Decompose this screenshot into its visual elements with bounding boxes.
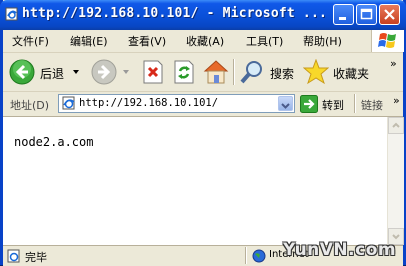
address-value: http://192.168.10.101/	[79, 97, 219, 109]
address-label: 地址(D)	[10, 99, 50, 112]
window-title: http://192.168.10.101/ - Microsoft ...	[22, 6, 328, 21]
back-label: 后退	[40, 67, 65, 81]
toolbar-separator	[233, 59, 235, 85]
close-button[interactable]	[379, 4, 400, 25]
links-button[interactable]: 链接	[361, 97, 383, 113]
chevron-down-icon	[281, 103, 290, 109]
links-overflow-chevron[interactable]: »	[393, 94, 400, 107]
menu-bar: 文件(F) 编辑(E) 查看(V) 收藏(A) 工具(T) 帮助(H)	[3, 30, 403, 53]
ie-page-icon	[7, 249, 20, 263]
maximize-button[interactable]	[356, 4, 377, 25]
go-button[interactable]: 转到	[300, 94, 350, 114]
search-button[interactable]: 搜索	[239, 57, 297, 87]
windows-logo	[371, 30, 404, 52]
status-text: 完毕	[25, 251, 47, 264]
home-button[interactable]	[202, 57, 230, 87]
vertical-scrollbar[interactable]	[387, 117, 404, 245]
go-arrow-icon	[300, 95, 318, 113]
stop-button[interactable]	[140, 57, 166, 87]
standard-toolbar: 后退 搜索 收藏夹 »	[3, 53, 403, 92]
menu-help[interactable]: 帮助(H)	[303, 33, 342, 49]
arrow-up-icon	[392, 122, 400, 128]
globe-icon	[252, 249, 266, 263]
forward-dropdown-icon[interactable]	[123, 70, 131, 76]
address-dropdown-button[interactable]	[278, 96, 293, 111]
ie-page-icon	[62, 96, 75, 110]
close-icon	[384, 9, 395, 20]
go-label: 转到	[322, 99, 344, 112]
favorites-star-icon	[303, 59, 329, 85]
search-label: 搜索	[270, 67, 295, 81]
home-icon	[203, 60, 229, 84]
minimize-button[interactable]	[333, 4, 354, 25]
menu-edit[interactable]: 编辑(E)	[70, 33, 108, 49]
favorites-button[interactable]: 收藏夹	[303, 57, 371, 87]
page-content: node2.a.com	[3, 117, 387, 245]
address-bar: 地址(D) http://192.168.10.101/ 转到 链接 »	[3, 92, 403, 117]
watermark-logo: YunVN.com	[283, 240, 397, 260]
refresh-button[interactable]	[171, 57, 197, 87]
favorites-label: 收藏夹	[333, 67, 370, 81]
maximize-icon	[360, 8, 373, 20]
forward-icon	[91, 59, 117, 85]
toolbar-overflow-chevron[interactable]: »	[390, 57, 397, 70]
menu-view[interactable]: 查看(V)	[128, 33, 166, 49]
address-input[interactable]: http://192.168.10.101/	[58, 94, 295, 113]
search-icon	[240, 61, 262, 84]
menu-file[interactable]: 文件(F)	[12, 33, 49, 49]
page-body-text: node2.a.com	[14, 135, 94, 149]
back-dropdown-icon[interactable]	[73, 70, 81, 76]
minimize-icon	[339, 17, 346, 20]
status-separator	[245, 247, 247, 264]
menu-favorites[interactable]: 收藏(A)	[186, 33, 224, 49]
address-separator	[354, 94, 356, 113]
scroll-up-button[interactable]	[388, 117, 404, 134]
back-button[interactable]: 后退	[9, 57, 81, 87]
refresh-icon	[174, 60, 194, 84]
stop-icon	[143, 60, 163, 84]
browser-window: http://192.168.10.101/ - Microsoft ... 文…	[0, 0, 406, 266]
ie-page-icon	[5, 7, 18, 21]
menu-tools[interactable]: 工具(T)	[246, 33, 283, 49]
windows-flag-icon	[378, 33, 396, 48]
back-icon	[9, 59, 35, 85]
title-bar[interactable]: http://192.168.10.101/ - Microsoft ...	[0, 0, 406, 30]
forward-button[interactable]	[91, 57, 131, 87]
